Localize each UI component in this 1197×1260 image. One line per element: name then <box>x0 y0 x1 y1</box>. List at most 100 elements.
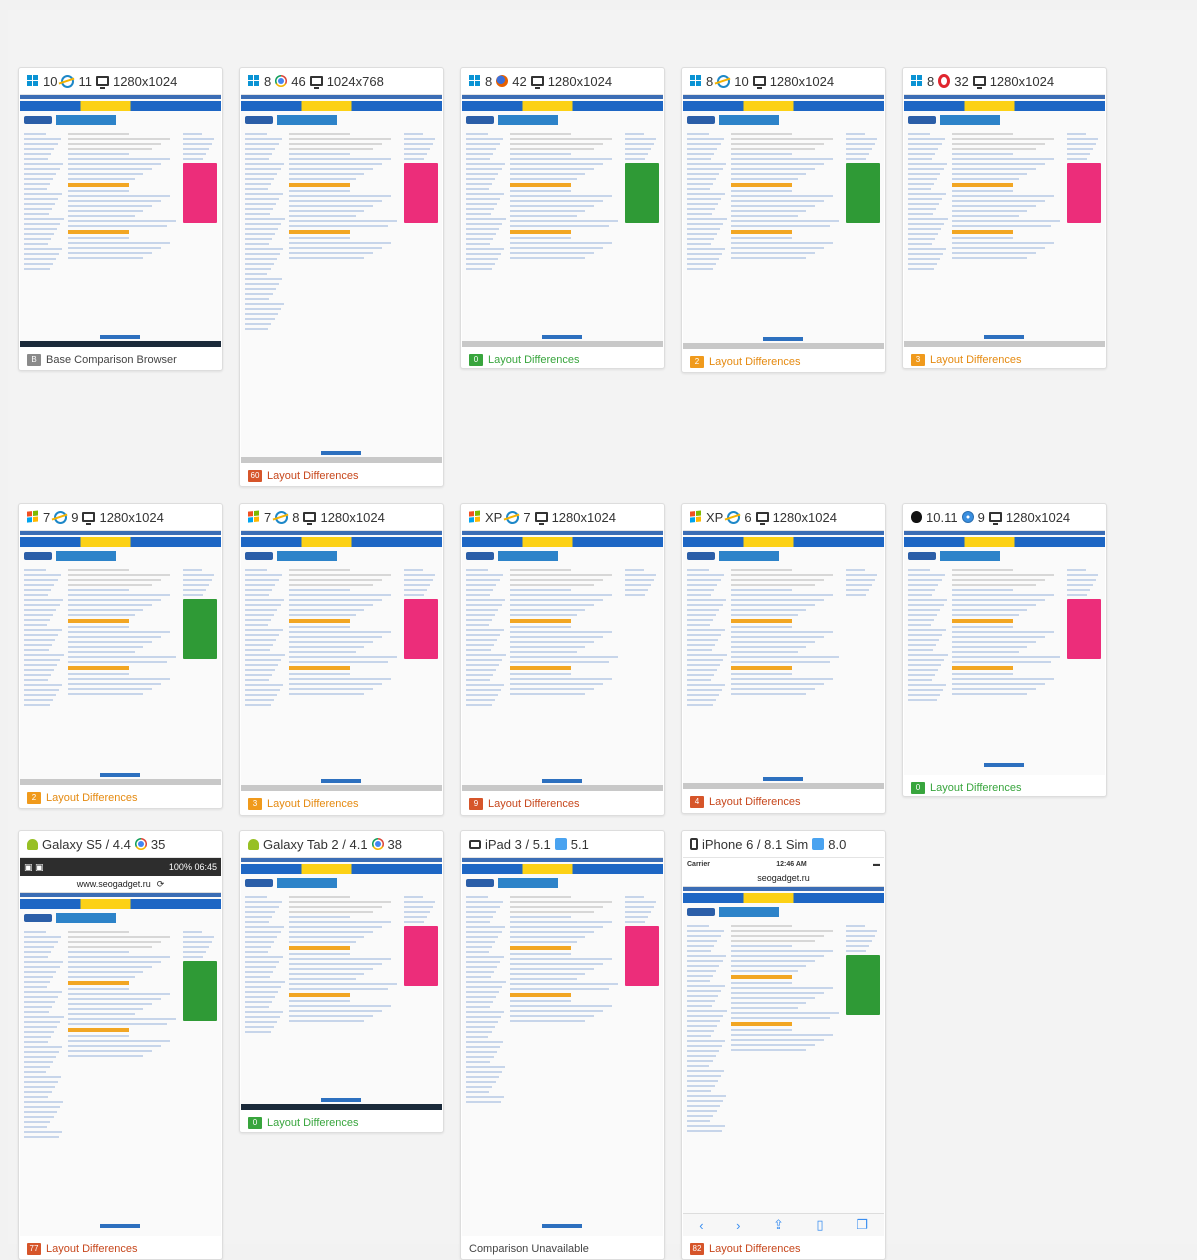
monitor-icon <box>755 512 769 525</box>
screenshot-thumbnail[interactable] <box>904 94 1105 347</box>
back-icon[interactable]: ‹ <box>699 1218 703 1233</box>
result-card-c14[interactable]: iPhone 6 / 8.1 Sim 8.0 Carrier 12:46 AM ▬ seo… <box>681 830 886 1260</box>
difference-count-badge: 0 <box>248 1117 262 1129</box>
browser-chrome <box>683 887 884 891</box>
comparison-status[interactable]: 60 Layout Differences <box>240 463 443 486</box>
os-version: 7 <box>264 509 272 525</box>
browser-version: 35 <box>150 836 166 852</box>
os-taskbar <box>241 1104 442 1110</box>
screenshot-thumbnail[interactable] <box>462 94 663 347</box>
result-card-c9[interactable]: XP 6 1280x1024 4 Layout Differences <box>681 503 886 814</box>
site-content <box>24 931 217 1141</box>
result-card-c8[interactable]: XP 7 1280x1024 9 Layout Differences <box>460 503 665 816</box>
screenshot-thumbnail[interactable] <box>241 530 442 791</box>
site-banner <box>683 101 884 111</box>
forward-icon[interactable]: › <box>736 1218 740 1233</box>
comparison-status[interactable]: 82 Layout Differences <box>682 1236 885 1259</box>
screenshot-thumbnail[interactable]: ▣ ▣ 100% 06:45 www.seogadget.ru ⟳ <box>20 857 221 1236</box>
comparison-status[interactable]: 0 Layout Differences <box>903 775 1106 796</box>
browser-chrome <box>462 531 663 535</box>
screenshot-thumbnail[interactable]: Carrier 12:46 AM ▬ seogadget.ru ‹ › ⇪ ▯ ❐ <box>683 857 884 1236</box>
comparison-status[interactable]: 4 Layout Differences <box>682 789 885 813</box>
site-content <box>466 569 659 709</box>
result-card-c2[interactable]: 8 46 1024x768 60 Layout Differences <box>239 67 444 487</box>
comparison-status[interactable]: 2 Layout Differences <box>682 349 885 372</box>
ie-browser-icon <box>506 510 520 524</box>
ios-status-bar: Carrier 12:46 AM ▬ <box>683 858 884 870</box>
browser-chrome <box>241 858 442 862</box>
reload-icon[interactable]: ⟳ <box>157 879 165 890</box>
opera-browser-icon <box>938 74 951 88</box>
site-banner <box>241 864 442 874</box>
screenshot-thumbnail[interactable] <box>241 857 442 1110</box>
card-header: iPad 3 / 5.1 5.1 <box>461 831 664 857</box>
result-card-c3[interactable]: 8 42 1280x1024 0 Layout Differences <box>460 67 665 369</box>
address-bar[interactable]: seogadget.ru <box>683 870 884 887</box>
comparison-status[interactable]: 9 Layout Differences <box>461 791 664 815</box>
screenshot-thumbnail[interactable] <box>20 94 221 347</box>
result-card-c10[interactable]: 10.11 9 1280x1024 0 Layout Differences <box>902 503 1107 797</box>
android-os-icon <box>27 838 38 850</box>
browser-version: 11 <box>78 73 92 89</box>
comparison-status[interactable]: 77 Layout Differences <box>19 1236 222 1259</box>
site-logo-row <box>687 549 880 563</box>
browser-chrome <box>462 858 663 862</box>
screenshot-thumbnail[interactable] <box>462 857 663 1236</box>
site-content <box>245 569 438 709</box>
comparison-status[interactable]: 3 Layout Differences <box>240 791 443 815</box>
comparison-status[interactable]: B Base Comparison Browser <box>19 347 222 370</box>
screenshot-thumbnail[interactable] <box>241 94 442 463</box>
card-header: Galaxy S5 / 4.4 35 <box>19 831 222 857</box>
screenshot-thumbnail[interactable] <box>904 530 1105 775</box>
result-card-c7[interactable]: 7 8 1280x1024 3 Layout Differences <box>239 503 444 816</box>
site-footer <box>542 335 583 339</box>
os-version: iPad 3 / 5.1 <box>485 836 551 852</box>
site-banner <box>462 537 663 547</box>
result-card-c4[interactable]: 8 10 1280x1024 2 Layout Differences <box>681 67 886 373</box>
battery-icon: ▬ <box>872 860 880 868</box>
site-footer <box>984 335 1025 339</box>
screen-resolution: 1280x1024 <box>1005 509 1071 525</box>
comparison-status[interactable]: Comparison Unavailable <box>461 1236 664 1259</box>
browser-version: 42 <box>512 73 527 89</box>
difference-count-badge: 3 <box>248 798 262 810</box>
browser-chrome <box>20 95 221 99</box>
result-card-c5[interactable]: 8 32 1280x1024 3 Layout Differences <box>902 67 1107 369</box>
result-card-c13[interactable]: iPad 3 / 5.1 5.1 Comparison Unavailable <box>460 830 665 1260</box>
comparison-status[interactable]: 0 Layout Differences <box>461 347 664 368</box>
result-card-c12[interactable]: Galaxy Tab 2 / 4.1 38 0 Layout Differences <box>239 830 444 1133</box>
site-footer <box>542 1224 583 1228</box>
site-content <box>687 133 880 273</box>
site-footer <box>321 1098 362 1102</box>
os-taskbar <box>462 341 663 347</box>
screenshot-thumbnail[interactable] <box>462 530 663 791</box>
tabs-icon[interactable]: ❐ <box>856 1217 868 1233</box>
comparison-status[interactable]: 2 Layout Differences <box>19 785 222 808</box>
win-os-icon <box>469 75 481 87</box>
address-bar[interactable]: www.seogadget.ru ⟳ <box>20 876 221 893</box>
safari-toolbar: ‹ › ⇪ ▯ ❐ <box>683 1213 884 1236</box>
result-card-c1[interactable]: 10 11 1280x1024 B Base Comparison Browser <box>18 67 223 371</box>
result-card-c11[interactable]: Galaxy S5 / 4.4 35 ▣ ▣ 100% 06:45 www.seogad… <box>18 830 223 1260</box>
ie-browser-icon <box>61 74 75 88</box>
screenshot-thumbnail[interactable] <box>20 530 221 785</box>
status-label: Layout Differences <box>709 356 801 368</box>
site-banner <box>20 101 221 111</box>
browser-chrome <box>904 531 1105 535</box>
screen-resolution: 1280x1024 <box>112 73 178 89</box>
comparison-status[interactable]: 0 Layout Differences <box>240 1110 443 1132</box>
share-icon[interactable]: ⇪ <box>773 1217 784 1233</box>
comparison-status[interactable]: 3 Layout Differences <box>903 347 1106 368</box>
advert-image <box>625 926 659 986</box>
result-card-c6[interactable]: 7 9 1280x1024 2 Layout Differences <box>18 503 223 809</box>
status-label: Layout Differences <box>930 782 1022 794</box>
status-label: Layout Differences <box>709 1243 801 1255</box>
browser-version: 9 <box>71 509 79 525</box>
screen-resolution: 1024x768 <box>326 73 384 89</box>
screenshot-thumbnail[interactable] <box>683 94 884 349</box>
status-label: Layout Differences <box>46 792 138 804</box>
site-logo-row <box>466 876 659 890</box>
bookmarks-icon[interactable]: ▯ <box>816 1217 823 1233</box>
screenshot-thumbnail[interactable] <box>683 530 884 789</box>
site-logo-row <box>24 113 217 127</box>
